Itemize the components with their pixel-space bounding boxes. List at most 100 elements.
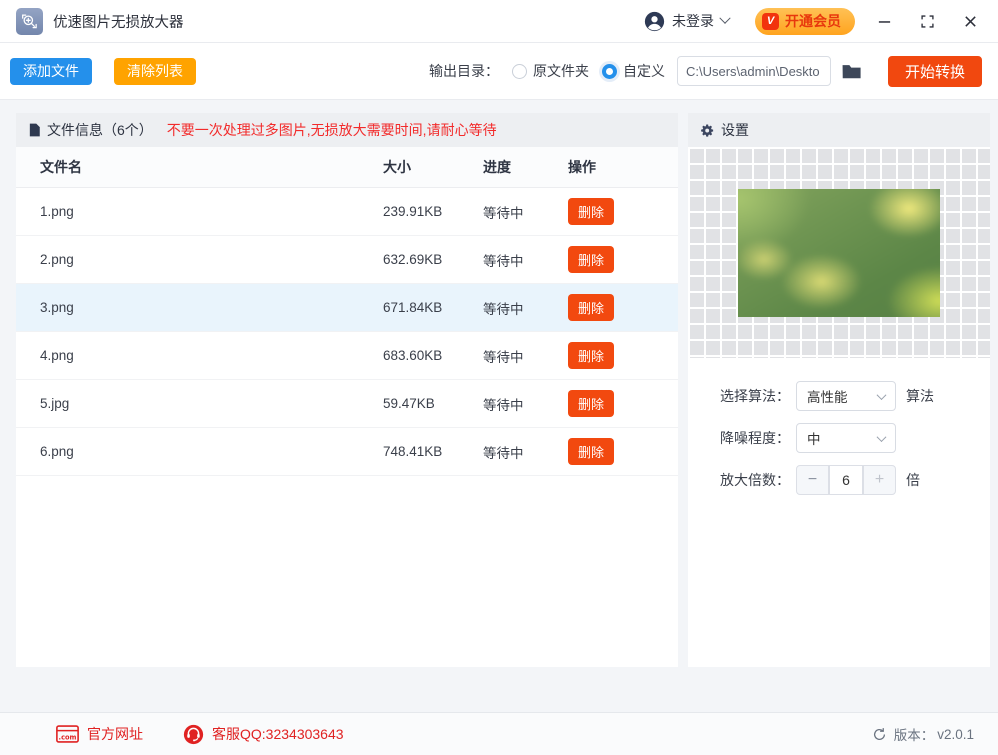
table-row[interactable]: 6.png 748.41KB 等待中 删除	[16, 428, 678, 476]
main-area: 文件信息（6个） 不要一次处理过多图片,无损放大需要时间,请耐心等待 文件名 大…	[0, 100, 998, 667]
title-bar: 优速图片无损放大器 未登录 V 开通会员	[0, 0, 998, 43]
column-header-name: 文件名	[40, 159, 82, 175]
add-files-button[interactable]: 添加文件	[10, 57, 92, 85]
file-name: 6.png	[40, 444, 74, 459]
algorithm-select[interactable]: 高性能	[796, 381, 896, 411]
file-status: 等待中	[483, 445, 524, 461]
user-avatar-icon	[644, 11, 665, 32]
app-logo-icon	[16, 7, 43, 35]
decrement-button[interactable]: −	[796, 465, 829, 495]
settings-panel-header: 设置	[688, 113, 990, 147]
delete-button[interactable]: 删除	[568, 246, 615, 273]
svg-text:.com: .com	[59, 733, 77, 741]
scale-label: 放大倍数：	[720, 472, 790, 488]
maximize-button[interactable]	[918, 12, 937, 31]
denoise-label: 降噪程度：	[720, 430, 790, 446]
column-header-action: 操作	[568, 159, 596, 175]
warning-text: 不要一次处理过多图片,无损放大需要时间,请耐心等待	[166, 122, 497, 138]
close-button[interactable]	[961, 12, 980, 31]
version-label: 版本：	[893, 728, 935, 743]
refresh-icon	[873, 727, 885, 740]
file-status: 等待中	[483, 205, 524, 221]
file-status: 等待中	[483, 349, 524, 365]
file-size: 59.47KB	[383, 396, 435, 411]
scale-value: 6	[829, 465, 863, 495]
vip-badge-icon: V	[762, 12, 779, 30]
chevron-down-icon	[719, 12, 731, 24]
table-row[interactable]: 5.jpg 59.47KB 等待中 删除	[16, 380, 678, 428]
customer-service-link[interactable]: 客服QQ:3234303643	[183, 724, 344, 745]
app-title: 优速图片无损放大器	[53, 14, 184, 31]
file-status: 等待中	[483, 397, 524, 413]
file-panel-header: 文件信息（6个） 不要一次处理过多图片,无损放大需要时间,请耐心等待	[16, 113, 678, 147]
official-website-link[interactable]: .com 官方网址	[56, 724, 143, 744]
gear-icon	[701, 123, 714, 137]
file-size: 748.41KB	[383, 444, 443, 459]
radio-custom-folder[interactable]: 自定义	[601, 61, 665, 81]
delete-button[interactable]: 删除	[568, 198, 615, 225]
output-path-input[interactable]	[676, 56, 831, 86]
file-status: 等待中	[483, 253, 524, 269]
delete-button[interactable]: 删除	[568, 294, 615, 321]
radio-checked-icon	[601, 63, 617, 79]
scale-suffix: 倍	[906, 472, 920, 488]
footer: .com 官方网址 客服QQ:3234303643 版本： v2.0.1	[0, 712, 998, 755]
vip-upgrade-button[interactable]: V 开通会员	[755, 7, 855, 35]
file-name: 2.png	[40, 252, 74, 267]
table-body: 1.png 239.91KB 等待中 删除 2.png 632.69KB 等待中…	[16, 188, 678, 476]
browse-folder-button[interactable]	[841, 63, 862, 80]
file-info-icon	[29, 123, 40, 137]
file-size: 239.91KB	[383, 204, 443, 219]
radio-original-folder[interactable]: 原文件夹	[511, 61, 589, 81]
file-list-panel: 文件信息（6个） 不要一次处理过多图片,无损放大需要时间,请耐心等待 文件名 大…	[16, 113, 678, 667]
table-row[interactable]: 2.png 632.69KB 等待中 删除	[16, 236, 678, 284]
preview-image	[738, 188, 940, 317]
table-row[interactable]: 3.png 671.84KB 等待中 删除	[16, 284, 678, 332]
file-size: 671.84KB	[383, 300, 443, 315]
preview-area	[688, 147, 990, 358]
algorithm-label: 选择算法：	[720, 388, 790, 404]
file-panel-title: 文件信息（6个）	[47, 122, 153, 138]
start-convert-button[interactable]: 开始转换	[887, 55, 982, 87]
output-dir-label: 输出目录：	[428, 63, 499, 79]
login-label: 未登录	[672, 13, 714, 29]
settings-controls: 选择算法： 高性能 算法 降噪程度： 中 放大倍数： − 6 + 倍	[688, 358, 990, 495]
table-header: 文件名 大小 进度 操作	[16, 147, 678, 188]
clear-list-button[interactable]: 清除列表	[114, 57, 196, 85]
file-name: 1.png	[40, 204, 74, 219]
file-status: 等待中	[483, 301, 524, 317]
file-name: 4.png	[40, 348, 74, 363]
login-menu[interactable]: 未登录	[644, 11, 731, 32]
file-name: 3.png	[40, 300, 74, 315]
website-icon: .com	[56, 725, 79, 743]
denoise-select[interactable]: 中	[796, 423, 896, 453]
chevron-down-icon	[876, 389, 887, 400]
delete-button[interactable]: 删除	[568, 438, 615, 465]
vip-label: 开通会员	[785, 13, 841, 29]
version-info: 版本： v2.0.1	[872, 724, 974, 744]
algorithm-suffix: 算法	[906, 388, 934, 404]
minimize-icon	[878, 20, 891, 23]
folder-icon	[842, 64, 861, 78]
column-header-size: 大小	[383, 159, 411, 175]
delete-button[interactable]: 删除	[568, 390, 615, 417]
chevron-down-icon	[876, 431, 887, 442]
radio-unchecked-icon	[511, 63, 527, 79]
file-size: 632.69KB	[383, 252, 443, 267]
increment-button[interactable]: +	[863, 465, 896, 495]
qq-service-icon	[183, 724, 204, 744]
close-icon	[965, 15, 976, 27]
settings-panel-title: 设置	[721, 122, 749, 138]
version-value: v2.0.1	[937, 726, 974, 742]
minimize-button[interactable]	[875, 12, 894, 31]
toolbar: 添加文件 清除列表 输出目录： 原文件夹 自定义 开始转换	[0, 43, 998, 100]
maximize-icon	[921, 14, 934, 28]
table-row[interactable]: 1.png 239.91KB 等待中 删除	[16, 188, 678, 236]
file-size: 683.60KB	[383, 348, 443, 363]
scale-stepper: − 6 +	[796, 465, 896, 495]
delete-button[interactable]: 删除	[568, 342, 615, 369]
file-name: 5.jpg	[40, 396, 70, 411]
table-row[interactable]: 4.png 683.60KB 等待中 删除	[16, 332, 678, 380]
settings-panel: 设置 选择算法： 高性能 算法 降噪程度： 中 放大倍数： − 6 + 倍	[688, 113, 990, 667]
column-header-progress: 进度	[483, 159, 511, 175]
